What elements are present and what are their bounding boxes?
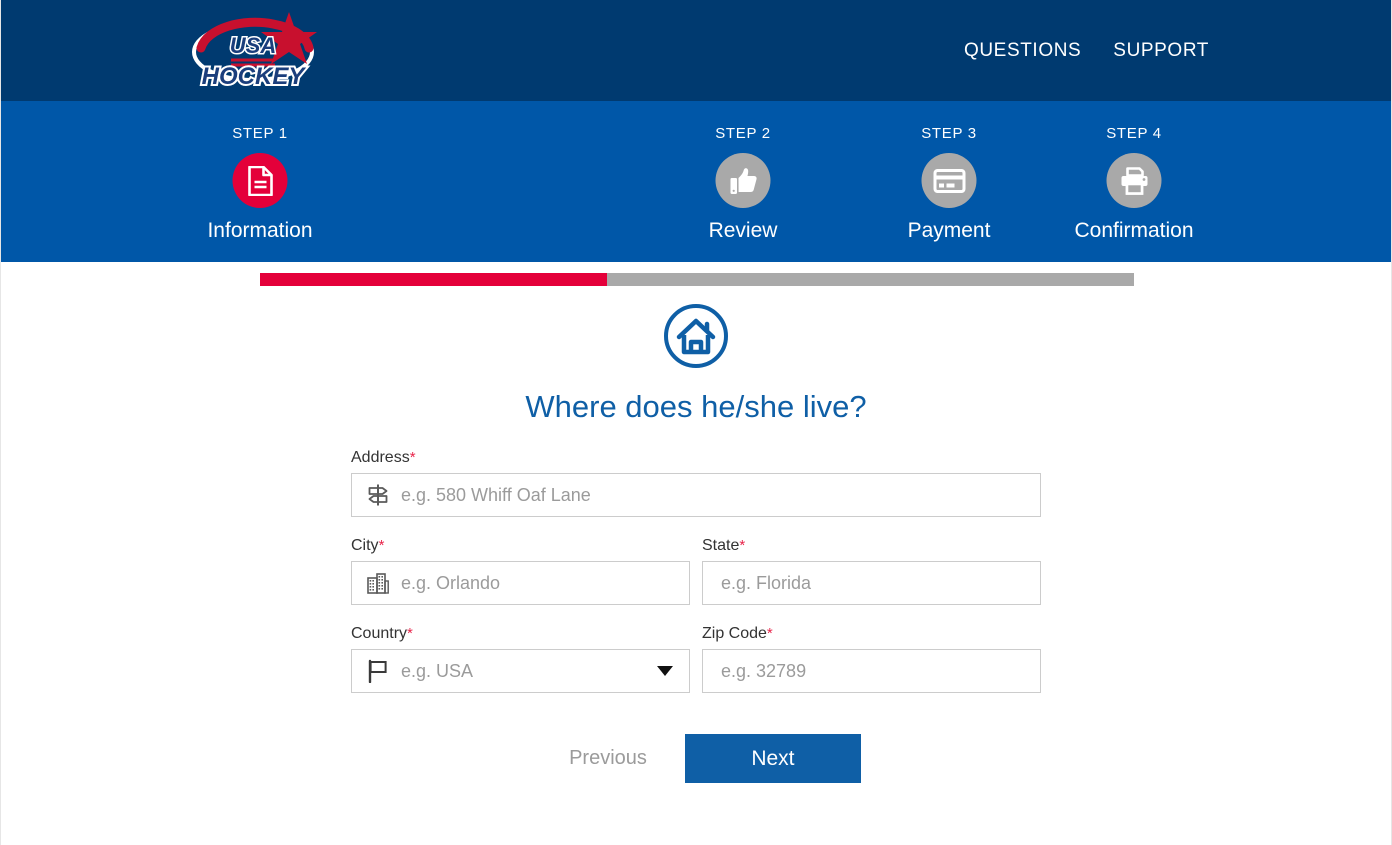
address-required-marker: *: [409, 449, 416, 466]
form-row-city-state: City* e.g. Orlando State* e.g. Florida: [351, 537, 1041, 605]
form-row-country-zip: Country* e.g. USA Zip Code* e.g. 32789: [351, 625, 1041, 693]
field-group-state: State* e.g. Florida: [702, 537, 1041, 605]
country-label: Country*: [351, 625, 690, 643]
zip-label: Zip Code*: [702, 625, 1041, 643]
country-placeholder: e.g. USA: [401, 660, 474, 681]
state-input[interactable]: e.g. Florida: [702, 561, 1041, 605]
address-placeholder: e.g. 580 Whiff Oaf Lane: [401, 484, 591, 505]
step-2-circle[interactable]: [715, 153, 771, 208]
zip-required-marker: *: [766, 625, 773, 642]
zip-label-text: Zip Code: [702, 625, 767, 642]
city-required-marker: *: [378, 537, 385, 554]
city-input[interactable]: e.g. Orlando: [351, 561, 690, 605]
zip-input[interactable]: e.g. 32789: [702, 649, 1041, 693]
country-required-marker: *: [407, 625, 413, 642]
previous-button[interactable]: Previous: [531, 735, 685, 782]
svg-text:USA: USA: [230, 33, 276, 58]
step-1-circle[interactable]: [232, 153, 288, 208]
city-label-text: City: [351, 537, 379, 554]
step-1-number: STEP 1: [232, 125, 288, 142]
page-title: Where does he/she live?: [525, 389, 867, 424]
nav-link-questions[interactable]: QUESTIONS: [964, 40, 1081, 62]
signpost-icon: [366, 483, 390, 507]
step-1-label: Information: [207, 219, 313, 242]
step-2-number: STEP 2: [715, 125, 771, 142]
usa-hockey-logo[interactable]: USA HOCKEY: [191, 8, 326, 93]
thumbs-up-icon: [730, 167, 757, 194]
next-button[interactable]: Next: [684, 734, 861, 783]
printer-icon: [1121, 166, 1147, 195]
state-label-text: State: [702, 537, 740, 554]
field-group-country: Country* e.g. USA: [351, 625, 690, 693]
country-label-text: Country: [351, 625, 408, 642]
address-input[interactable]: e.g. 580 Whiff Oaf Lane: [351, 473, 1041, 517]
step-progress-bar: STEP 1 Information STEP 2 Review STEP 3 …: [1, 101, 1391, 286]
buildings-icon: [366, 571, 390, 595]
zip-placeholder: e.g. 32789: [721, 660, 807, 681]
form-row-address: Address* e.g. 580 Whiff Oaf Lane: [351, 449, 1041, 517]
top-header-bar: USA HOCKEY QUESTIONS SUPPORT: [1, 0, 1391, 101]
step-3-number: STEP 3: [921, 125, 977, 142]
state-placeholder: e.g. Florida: [721, 572, 812, 593]
city-label: City*: [351, 537, 690, 555]
field-group-address: Address* e.g. 580 Whiff Oaf Lane: [351, 449, 1041, 517]
step-4-circle[interactable]: [1106, 153, 1162, 208]
step-2-label: Review: [708, 219, 778, 242]
city-placeholder: e.g. Orlando: [401, 572, 501, 593]
credit-card-icon: [933, 168, 965, 193]
nav-link-support[interactable]: SUPPORT: [1113, 40, 1209, 62]
state-label: State*: [702, 537, 1041, 555]
step-3-label: Payment: [907, 219, 991, 242]
step-3-circle[interactable]: [921, 153, 977, 208]
form-actions: Previous Next: [351, 734, 1041, 783]
field-group-city: City* e.g. Orlando: [351, 537, 690, 605]
step-4-label: Confirmation: [1074, 219, 1194, 242]
address-label-text: Address: [351, 449, 410, 466]
flag-icon: [366, 659, 390, 683]
usa-hockey-logo-icon: USA HOCKEY: [192, 12, 317, 92]
state-required-marker: *: [739, 537, 746, 554]
svg-text:HOCKEY: HOCKEY: [202, 63, 307, 90]
step-4-number: STEP 4: [1106, 125, 1162, 142]
field-group-zip: Zip Code* e.g. 32789: [702, 625, 1041, 693]
page-root: USA HOCKEY QUESTIONS SUPPORT STEP 1 Info…: [0, 0, 1392, 845]
document-icon: [247, 165, 273, 196]
chevron-down-icon[interactable]: [657, 666, 673, 676]
top-nav: QUESTIONS SUPPORT: [964, 0, 1209, 101]
country-dropdown[interactable]: e.g. USA: [351, 649, 690, 693]
address-label: Address*: [351, 449, 1041, 467]
address-form: Address* e.g. 580 Whiff Oaf Lane City* e…: [351, 449, 1041, 783]
main-content: Where does he/she live? Address* e.g. 58…: [1, 262, 1391, 783]
home-icon: [664, 304, 728, 368]
